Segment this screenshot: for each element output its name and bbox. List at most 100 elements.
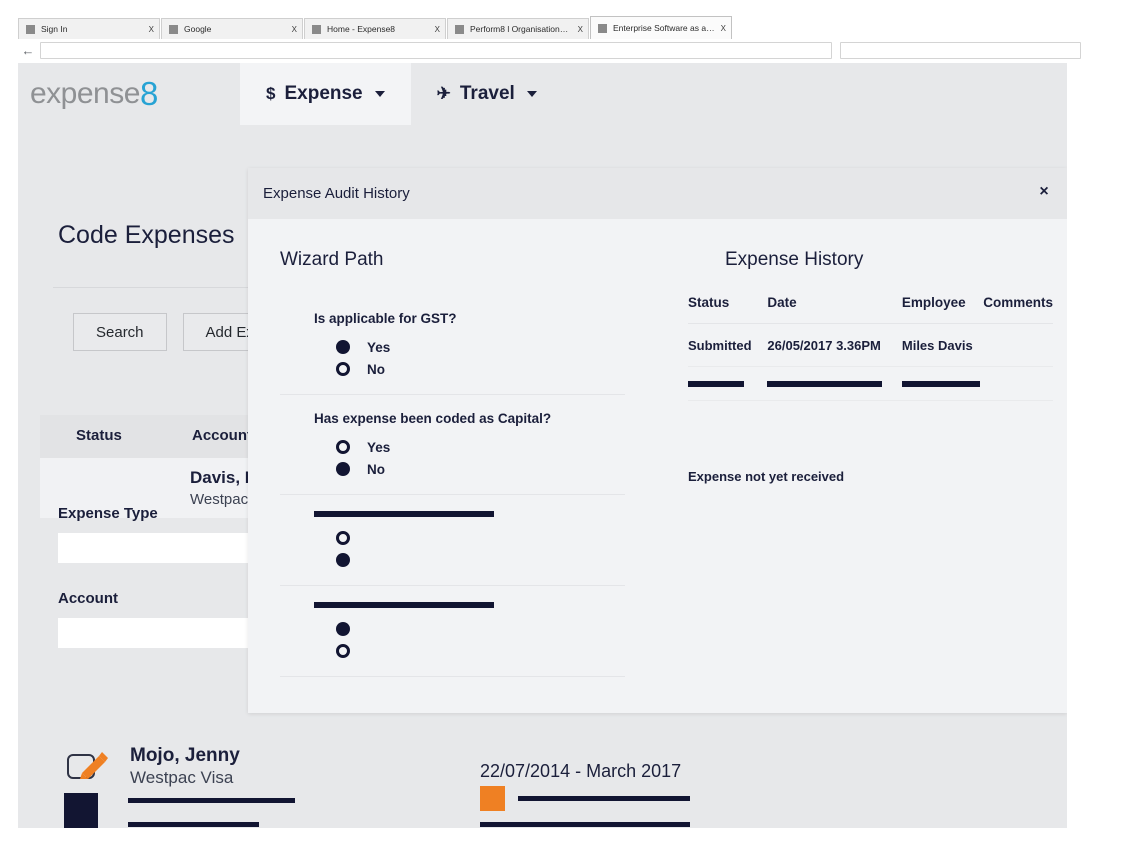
account-input[interactable] [58, 618, 268, 648]
redacted-text [688, 381, 744, 387]
redacted-text [314, 511, 494, 517]
tab-title: Google [184, 23, 212, 34]
tab-title: Sign In [41, 23, 68, 34]
tab-close-icon[interactable]: X [578, 25, 583, 34]
history-column-header[interactable]: Status [688, 295, 768, 324]
pencil-edit-icon[interactable] [66, 749, 109, 781]
bottom-cardholder-name: Mojo, Jenny [130, 745, 240, 766]
tab-title: Perform8 l Organisational Im [470, 23, 573, 34]
history-column-header[interactable]: Employee [901, 295, 984, 324]
nav-item-expense[interactable]: $ Expense [240, 63, 411, 125]
expense-history-panel: Status Date Employee Comments Submitted 26/0… [688, 295, 1053, 401]
browser-tab[interactable]: Perform8 l Organisational Im X [447, 18, 589, 39]
tab-title: Home - Expense8 [327, 23, 396, 34]
history-column-header[interactable]: Date [767, 295, 902, 324]
history-body: Submitted 26/05/2017 3.36PM Miles Davis [688, 323, 1053, 401]
history-row: Submitted 26/05/2017 3.36PM Miles Davis [688, 323, 1053, 367]
radio-button-icon[interactable] [336, 553, 350, 567]
radio-button-icon[interactable] [336, 531, 350, 545]
address-bar-input[interactable] [40, 42, 832, 59]
wizard-path-heading: Wizard Path [280, 249, 384, 270]
wizard-option[interactable] [336, 527, 625, 549]
wizard-option[interactable]: Yes [336, 436, 625, 458]
expense-history-heading: Expense History [725, 249, 864, 270]
chevron-down-icon [526, 91, 537, 97]
redacted-text [480, 822, 690, 827]
page-title: Code Expenses [58, 221, 235, 249]
app-header: expense 8 $ Expense ✈ Travel [18, 63, 1067, 125]
nav-item-travel[interactable]: ✈ Travel [411, 63, 563, 125]
modal-title: Expense Audit History [263, 185, 410, 202]
browser-tab[interactable]: Enterprise Software as a Ser... X [590, 16, 732, 39]
wizard-question-redacted [314, 602, 625, 608]
browser-tab-strip: Sign In X Google X Home - Expense8 X Perform8 … [18, 16, 1068, 39]
redacted-text [767, 381, 883, 387]
dollar-icon: $ [266, 84, 276, 103]
history-cell-redacted [983, 366, 1053, 401]
tab-favicon-icon [598, 23, 607, 33]
radio-button-icon[interactable] [336, 340, 350, 354]
browser-search-input[interactable] [840, 42, 1081, 59]
wizard-option-label: Yes [367, 339, 391, 355]
chevron-down-icon [374, 91, 385, 97]
wizard-option[interactable]: Yes [336, 336, 625, 358]
tab-title: Enterprise Software as a Ser... [613, 22, 716, 33]
wizard-option[interactable] [336, 549, 625, 571]
wizard-path-list: Is applicable for GST? Yes No Has expense b… [280, 295, 625, 677]
bottom-date-range: 22/07/2014 - March 2017 [480, 761, 682, 781]
history-cell-date: 26/05/2017 3.36PM [767, 323, 902, 367]
wizard-option[interactable] [336, 618, 625, 640]
history-row [688, 366, 1053, 401]
wizard-step: Has expense been coded as Capital? Yes No [280, 395, 625, 495]
bottom-card-name: Westpac Visa [130, 768, 234, 787]
radio-button-icon[interactable] [336, 644, 350, 658]
status-badge [480, 786, 505, 811]
history-cell-redacted [688, 366, 768, 401]
browser-chrome: Sign In X Google X Home - Expense8 X Perform8 … [0, 0, 1140, 63]
wizard-option-label: No [367, 361, 385, 377]
back-icon[interactable]: ← [18, 42, 38, 60]
airplane-icon: ✈ [436, 84, 451, 103]
radio-button-icon[interactable] [336, 462, 350, 476]
nav-item-expense-label: Expense [284, 83, 363, 104]
logo-word: expense [30, 77, 140, 110]
expense-audit-history-modal: Expense Audit History × Wizard Path Expe… [248, 168, 1067, 713]
tab-close-icon[interactable]: X [721, 24, 726, 33]
radio-button-icon[interactable] [336, 362, 350, 376]
browser-tab[interactable]: Home - Expense8 X [304, 18, 446, 39]
tab-close-icon[interactable]: X [292, 25, 297, 34]
column-header-status[interactable]: Status [76, 427, 122, 444]
expense8-logo[interactable]: expense 8 [18, 63, 240, 125]
history-cell-comments [983, 323, 1053, 367]
history-cell-status: Submitted [688, 323, 768, 367]
browser-tab[interactable]: Google X [161, 18, 303, 39]
history-column-header[interactable]: Comments [983, 295, 1053, 324]
expense-type-label: Expense Type [58, 505, 158, 522]
nav-item-travel-label: Travel [459, 83, 515, 104]
redacted-text [901, 381, 980, 387]
history-cell-redacted [901, 366, 984, 401]
browser-toolbar: ← [18, 41, 1081, 60]
wizard-option[interactable] [336, 640, 625, 662]
tab-close-icon[interactable]: X [149, 25, 154, 34]
redacted-text [128, 822, 259, 827]
wizard-question: Has expense been coded as Capital? [314, 411, 552, 426]
logo-eight: 8 [139, 75, 158, 112]
search-button[interactable]: Search [73, 313, 167, 351]
close-icon[interactable]: × [1034, 182, 1054, 202]
browser-tab[interactable]: Sign In X [18, 18, 160, 39]
wizard-question: Is applicable for GST? [314, 311, 457, 326]
tab-favicon-icon [169, 24, 178, 34]
tab-close-icon[interactable]: X [435, 25, 440, 34]
tab-favicon-icon [312, 24, 321, 34]
wizard-option[interactable]: No [336, 358, 625, 380]
radio-button-icon[interactable] [336, 440, 350, 454]
radio-button-icon[interactable] [336, 622, 350, 636]
wizard-option-label: Yes [367, 439, 391, 455]
modal-header: Expense Audit History × [248, 168, 1067, 219]
redacted-text [314, 602, 494, 608]
wizard-step: Is applicable for GST? Yes No [280, 295, 625, 395]
redacted-block [64, 793, 98, 828]
expense-type-input[interactable] [58, 533, 268, 563]
wizard-option[interactable]: No [336, 458, 625, 480]
